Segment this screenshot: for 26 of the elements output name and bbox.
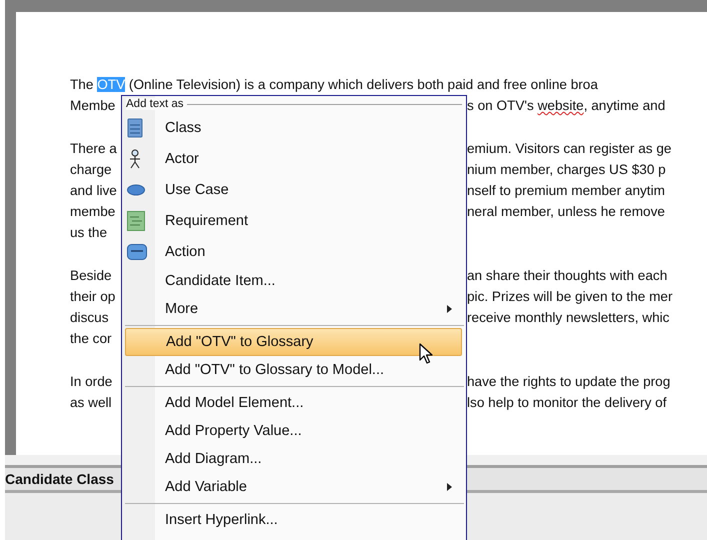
text-line: receive monthly newsletters, whic xyxy=(467,309,670,327)
text-line: discus xyxy=(70,309,109,327)
text-line: nium member, charges US $30 p xyxy=(467,161,666,179)
text-line: In orde xyxy=(70,373,112,391)
text-line: charge xyxy=(70,161,112,179)
selected-text: OTV xyxy=(97,77,126,92)
text-line: Membe xyxy=(70,97,116,115)
text-line: Beside xyxy=(70,267,112,285)
text-line: The OTV (Online Television) is a company which delivers both paid and free online broa xyxy=(70,76,598,94)
text-line: neral member, unless he remove xyxy=(467,203,665,221)
text-line: s on OTV's website, anytime and xyxy=(467,97,666,115)
text-line: us the xyxy=(70,224,108,242)
text-line: There a xyxy=(70,140,117,158)
text-line: have the rights to update the prog xyxy=(467,373,670,391)
text-line: as well xyxy=(70,394,112,412)
text-line: nself to premium member anytim xyxy=(467,182,665,200)
text-line: and live xyxy=(70,182,117,200)
panel-title: Candidate Class xyxy=(5,471,114,487)
text-line: lso help to monitor the delivery of xyxy=(467,394,666,412)
text-line: the cor xyxy=(70,330,112,348)
misspelled-word: website xyxy=(538,98,584,113)
text-line: an share their thoughts with each xyxy=(467,267,668,285)
text-line: membe xyxy=(70,203,116,221)
text-line: their op xyxy=(70,288,116,306)
text-line: emium. Visitors can register as ge xyxy=(467,140,672,158)
text-line: pic. Prizes will be given to the mer xyxy=(467,288,672,306)
